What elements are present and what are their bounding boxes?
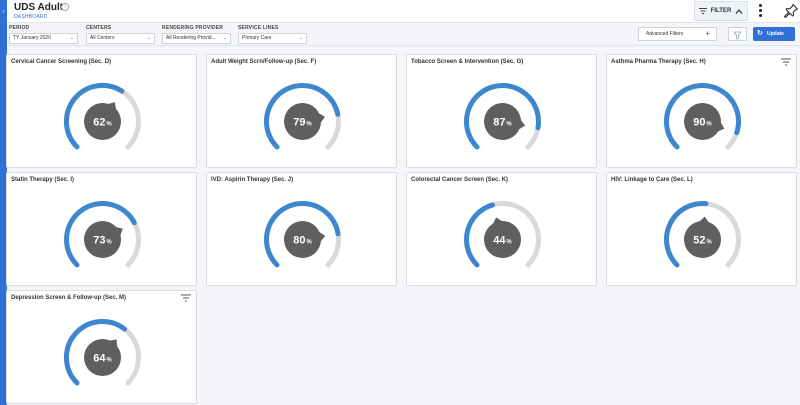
gauge-value-number: 44 (493, 235, 506, 247)
filter-lines-icon (698, 8, 707, 14)
gauge-value-number: 87 (493, 117, 505, 129)
centers-label: CENTERS (86, 25, 112, 31)
rendering-provider-select[interactable]: All Rendering Provid... ⌄ (162, 33, 231, 44)
page-title: UDS Adult (14, 2, 64, 13)
kpi-card-title: Adult Weight Scrn/Follow-up (Sec. F) (211, 59, 317, 65)
kpi-card[interactable]: HIV: Linkage to Care (Sec. L) 52% (606, 172, 797, 286)
gauge-value-number: 64 (93, 353, 106, 365)
kpi-card-title: HIV: Linkage to Care (Sec. L) (611, 177, 693, 183)
gauge-percent-sign: % (106, 358, 112, 364)
chevron-down-icon: ⌄ (146, 35, 151, 41)
kpi-card[interactable]: Adult Weight Scrn/Follow-up (Sec. F) 79% (206, 54, 397, 168)
gauge-value-number: 52 (693, 235, 705, 247)
app-header: UDS Adult i DASHBOARD FILTER (7, 0, 800, 23)
rendering-provider-filter: RENDERING PROVIDER All Rendering Provid.… (162, 25, 231, 44)
advanced-filters-label: Advanced Filters (646, 31, 684, 37)
gauge-percent-sign: % (106, 240, 112, 246)
gauge-value-number: 80 (293, 235, 305, 247)
centers-value: All Centers (90, 35, 115, 41)
gauge-value-number: 79 (293, 117, 305, 129)
gauge-value-number: 90 (693, 117, 705, 129)
nav-toggle-icon[interactable]: ‹ (0, 6, 7, 18)
info-icon[interactable]: i (61, 3, 69, 11)
period-select[interactable]: TY January 2020 ⌄ (9, 33, 78, 44)
pin-icon[interactable] (783, 3, 799, 19)
kpi-gauge: 64% (63, 318, 141, 386)
advanced-filters-button[interactable]: Advanced Filters + (638, 27, 717, 41)
kpi-gauge: 87% (464, 83, 541, 150)
more-options-icon[interactable] (759, 4, 763, 18)
chevron-up-icon (735, 8, 743, 14)
gauge-value-number: 73 (93, 235, 105, 247)
kpi-card-title: Asthma Pharma Therapy (Sec. H) (611, 59, 706, 65)
chevron-down-icon: ⌄ (222, 35, 227, 41)
service-lines-value: Primary Care (242, 35, 272, 41)
kpi-gauge: 62% (63, 82, 141, 150)
gauge-value-number: 62 (93, 117, 105, 129)
kpi-gauge: 90% (664, 83, 741, 150)
page-subtitle: DASHBOARD (14, 14, 48, 20)
gauge-percent-sign: % (506, 122, 512, 128)
kpi-card-title: IVD: Aspirin Therapy (Sec. J) (211, 177, 294, 183)
kpi-card[interactable]: Cervical Cancer Screening (Sec. D) 62% (6, 54, 197, 168)
gauge-percent-sign: % (106, 122, 112, 128)
funnel-icon (733, 31, 742, 40)
kpi-card-title: Colorectal Cancer Screen (Sec. K) (411, 177, 509, 183)
update-label: Update (767, 31, 784, 37)
rendering-provider-label: RENDERING PROVIDER (162, 25, 224, 31)
centers-filter: CENTERS All Centers ⌄ (86, 25, 155, 44)
kpi-gauge: 79% (264, 83, 341, 150)
kpi-card[interactable]: Statin Therapy (Sec. I) 73% (6, 172, 197, 286)
kpi-gauge: 44% (464, 201, 541, 268)
service-lines-filter: SERVICE LINES Primary Care ⌄ (238, 25, 307, 44)
rendering-provider-value: All Rendering Provid... (166, 35, 216, 41)
kpi-card[interactable]: Colorectal Cancer Screen (Sec. K) 44% (406, 172, 597, 286)
kpi-card-title: Statin Therapy (Sec. I) (11, 177, 75, 183)
service-lines-label: SERVICE LINES (238, 25, 279, 31)
service-lines-select[interactable]: Primary Care ⌄ (238, 33, 307, 44)
gauge-percent-sign: % (306, 122, 312, 128)
filter-toggle-label: FILTER (710, 8, 732, 14)
gauge-percent-sign: % (506, 240, 512, 246)
refresh-icon: ↻ (757, 30, 763, 37)
centers-select[interactable]: All Centers ⌄ (86, 33, 155, 44)
gauge-percent-sign: % (706, 122, 712, 128)
period-label: PERIOD (9, 25, 30, 31)
kpi-card-title: Depression Screen & Follow-up (Sec. M) (11, 295, 127, 301)
kpi-card-title: Cervical Cancer Screening (Sec. D) (11, 59, 112, 65)
kpi-gauge: 73% (64, 201, 141, 268)
period-value: TY January 2020 (13, 35, 51, 41)
kpi-card[interactable]: Depression Screen & Follow-up (Sec. M) 64… (6, 290, 197, 404)
chevron-down-icon: ⌄ (69, 35, 74, 41)
filter-bar: PERIOD TY January 2020 ⌄ CENTERS All Cen… (7, 23, 800, 46)
kpi-card[interactable]: Tobacco Screen & Intervention (Sec. G) 87… (406, 54, 597, 168)
chevron-down-icon: ⌄ (298, 35, 303, 41)
clear-filter-button[interactable] (728, 27, 747, 41)
plus-icon: + (705, 29, 710, 38)
gauge-percent-sign: % (306, 240, 312, 246)
kpi-card[interactable]: Asthma Pharma Therapy (Sec. H) 90% (606, 54, 797, 168)
kpi-card[interactable]: IVD: Aspirin Therapy (Sec. J) 80% (206, 172, 397, 286)
update-button[interactable]: ↻ Update (753, 27, 795, 41)
kpi-card-title: Tobacco Screen & Intervention (Sec. G) (411, 59, 524, 65)
kpi-gauge: 80% (264, 201, 341, 268)
card-filter-icon[interactable] (181, 294, 191, 302)
gauge-percent-sign: % (706, 240, 712, 246)
card-filter-icon[interactable] (781, 58, 791, 66)
kpi-gauge: 52% (664, 201, 741, 268)
filter-toggle-button[interactable]: FILTER (694, 1, 748, 21)
period-filter: PERIOD TY January 2020 ⌄ (9, 25, 78, 44)
